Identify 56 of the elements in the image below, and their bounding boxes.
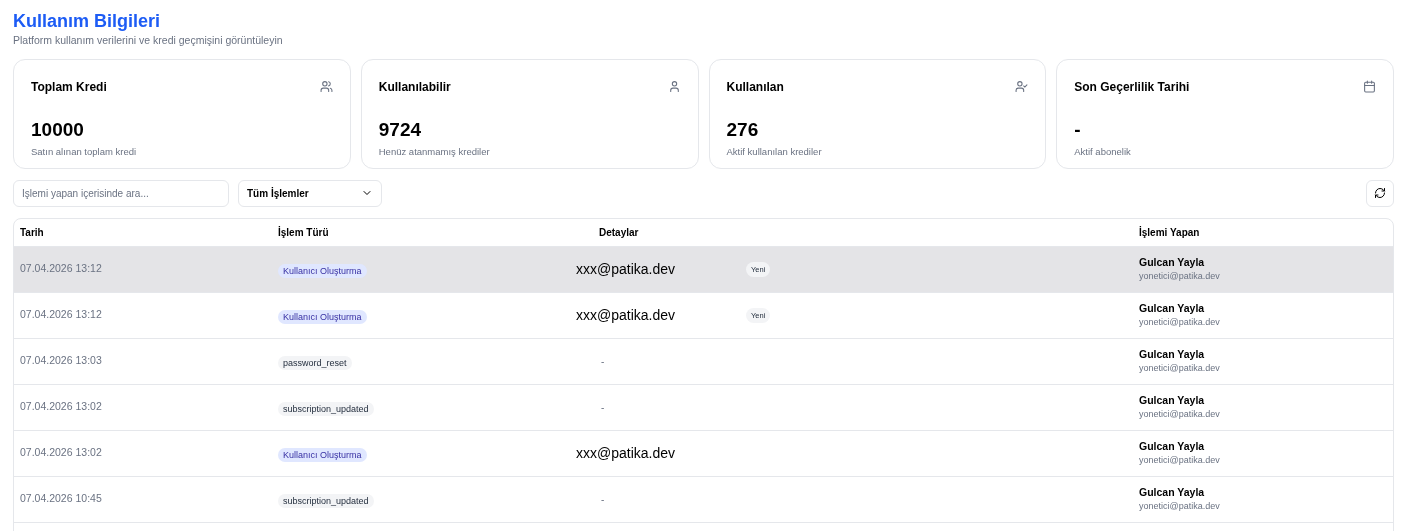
- type-tag: subscription_updated: [278, 402, 374, 417]
- stat-caption: Aktif kullanılan krediler: [726, 144, 822, 159]
- stat-label: Kullanılabilir: [378, 78, 451, 96]
- type-tag: Kullanıcı Oluşturma: [278, 264, 367, 279]
- type-tag: Kullanıcı Oluşturma: [278, 310, 367, 325]
- column-header: Tarih: [19, 225, 44, 240]
- type-tag: password_reset: [278, 356, 352, 371]
- users-icon: [319, 80, 333, 94]
- type-tag: subscription_updated: [278, 494, 374, 509]
- detail-cell-text: xxx@patika.dev: [576, 305, 676, 325]
- date-cell-text: 07.04.2026 13:12: [19, 307, 102, 323]
- date-cell-text: 07.04.2026 13:03: [19, 353, 102, 369]
- stat-label: Kullanılan: [726, 78, 784, 96]
- user-name: Gulcan Yayla: [1139, 438, 1205, 454]
- search-field[interactable]: İşlemi yapan içerisinde ara...: [13, 179, 229, 207]
- user-email: yonetici@patika.dev: [1139, 270, 1220, 284]
- user-email: yonetici@patika.dev: [1139, 362, 1220, 376]
- date-cell-text: 07.04.2026 13:12: [19, 261, 102, 277]
- date-cell-text: 07.04.2026 13:02: [19, 445, 102, 461]
- detail-cell-text: -: [600, 492, 605, 507]
- user-check-icon: [1015, 80, 1029, 94]
- stat-value: 276: [726, 117, 759, 142]
- refresh-button[interactable]: [1366, 179, 1394, 207]
- stat-caption: Henüz atanmamış krediler: [378, 144, 490, 159]
- date-cell-text: 07.04.2026 10:45: [19, 491, 102, 507]
- stat-label: Son Geçerlilik Tarihi: [1074, 78, 1190, 96]
- user-name: Gulcan Yayla: [1139, 484, 1205, 500]
- detail-cell-text: -: [600, 354, 605, 369]
- user-name: Gulcan Yayla: [1139, 392, 1205, 408]
- column-header: İşlemi Yapan: [1138, 225, 1200, 240]
- user-name: Gulcan Yayla: [1139, 254, 1205, 270]
- page-subtitle: Platform kullanım verilerini ve kredi geçmişini görüntüleyin: [13, 33, 284, 48]
- detail-cell-text: -: [600, 400, 605, 415]
- stat-value: 10000: [31, 117, 84, 142]
- stat-value: 9724: [378, 117, 422, 142]
- date-cell-text: 07.04.2026 13:02: [19, 399, 102, 415]
- type-tag: Kullanıcı Oluşturma: [278, 448, 367, 463]
- user-email: yonetici@patika.dev: [1139, 454, 1220, 468]
- detail-cell-text: xxx@patika.dev: [576, 443, 676, 463]
- user-email: yonetici@patika.dev: [1139, 408, 1220, 422]
- user-name: Gulcan Yayla: [1139, 300, 1205, 316]
- stat-caption: Aktif abonelik: [1074, 144, 1131, 159]
- stat-caption: Satın alınan toplam kredi: [31, 144, 137, 159]
- detail-cell-text: xxx@patika.dev: [576, 259, 676, 279]
- calendar-icon: [1363, 80, 1376, 94]
- refresh-icon: [1374, 187, 1386, 200]
- user-icon: [667, 80, 681, 94]
- type-select[interactable]: Tüm İşlemler: [238, 179, 382, 207]
- stat-label: Toplam Kredi: [31, 78, 107, 96]
- column-header: İşlem Türü: [277, 225, 329, 240]
- page-title: Kullanım Bilgileri: [13, 10, 162, 32]
- stat-value: -: [1074, 117, 1081, 142]
- user-email: yonetici@patika.dev: [1139, 316, 1220, 330]
- user-email: yonetici@patika.dev: [1139, 500, 1220, 514]
- user-name: Gulcan Yayla: [1139, 346, 1205, 362]
- column-header: Detaylar: [598, 225, 639, 240]
